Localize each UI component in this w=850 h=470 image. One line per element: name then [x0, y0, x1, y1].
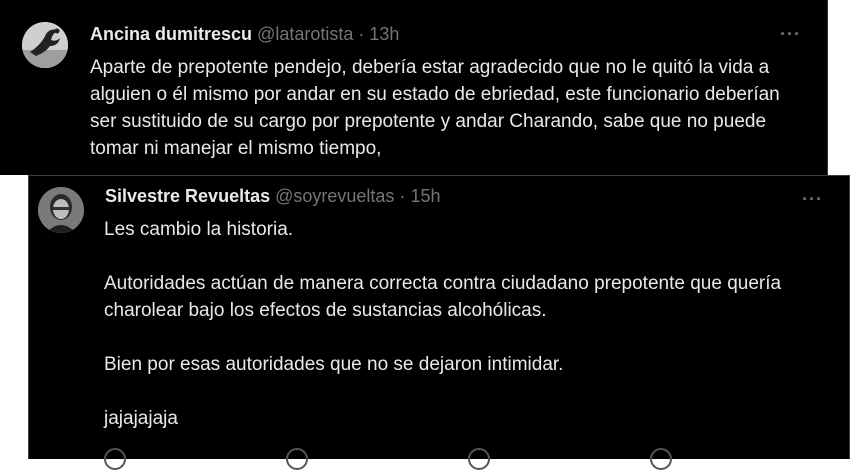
tweet-header: Ancina dumitrescu @latarotista · 13h	[90, 23, 399, 45]
tweet-silvestre[interactable]: Silvestre Revueltas @soyrevueltas · 15h …	[28, 175, 850, 470]
tweet-paragraph: Les cambio la historia.	[104, 219, 294, 240]
timestamp[interactable]: 15h	[410, 186, 440, 206]
tweet-paragraph: Bien por esas autoridades que no se deja…	[104, 354, 564, 375]
views-icon[interactable]	[650, 448, 672, 470]
reply-icon[interactable]	[104, 448, 126, 470]
separator: ·	[399, 186, 406, 206]
action-bar	[104, 448, 832, 470]
tweet-paragraph: Autoridades actúan de manera correcta co…	[104, 273, 782, 321]
author-handle[interactable]: @latarotista	[257, 24, 353, 44]
tweet-header: Silvestre Revueltas @soyrevueltas · 15h	[105, 185, 441, 207]
retweet-icon[interactable]	[286, 448, 308, 470]
author-name[interactable]: Silvestre Revueltas	[105, 186, 270, 206]
tweet-text: Les cambio la historia. Autoridades actú…	[104, 216, 839, 432]
separator: ·	[358, 24, 365, 44]
tweet-paragraph: Aparte de prepotente pendejo, debería es…	[90, 57, 780, 159]
avatar[interactable]	[22, 22, 68, 68]
tweet-ancina[interactable]: Ancina dumitrescu @latarotista · 13h ···…	[0, 0, 828, 175]
tweet-paragraph: jajajajaja	[104, 408, 178, 429]
more-options-icon[interactable]: ···	[802, 189, 823, 210]
timestamp[interactable]: 13h	[369, 24, 399, 44]
more-options-icon[interactable]: ···	[780, 24, 801, 45]
author-handle[interactable]: @soyrevueltas	[275, 186, 394, 206]
tweet-text: Aparte de prepotente pendejo, debería es…	[90, 54, 810, 162]
author-name[interactable]: Ancina dumitrescu	[90, 24, 252, 44]
like-icon[interactable]	[468, 448, 490, 470]
avatar[interactable]	[38, 187, 84, 233]
